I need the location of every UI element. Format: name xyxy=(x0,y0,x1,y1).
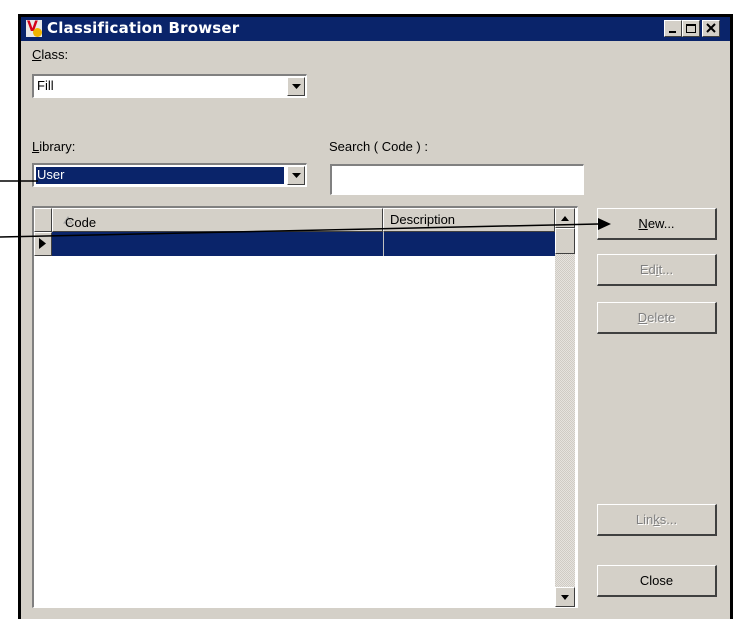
annotation-arrowhead xyxy=(598,218,611,230)
annotation-arrow-new xyxy=(0,223,599,238)
annotation-overlay xyxy=(0,180,611,238)
